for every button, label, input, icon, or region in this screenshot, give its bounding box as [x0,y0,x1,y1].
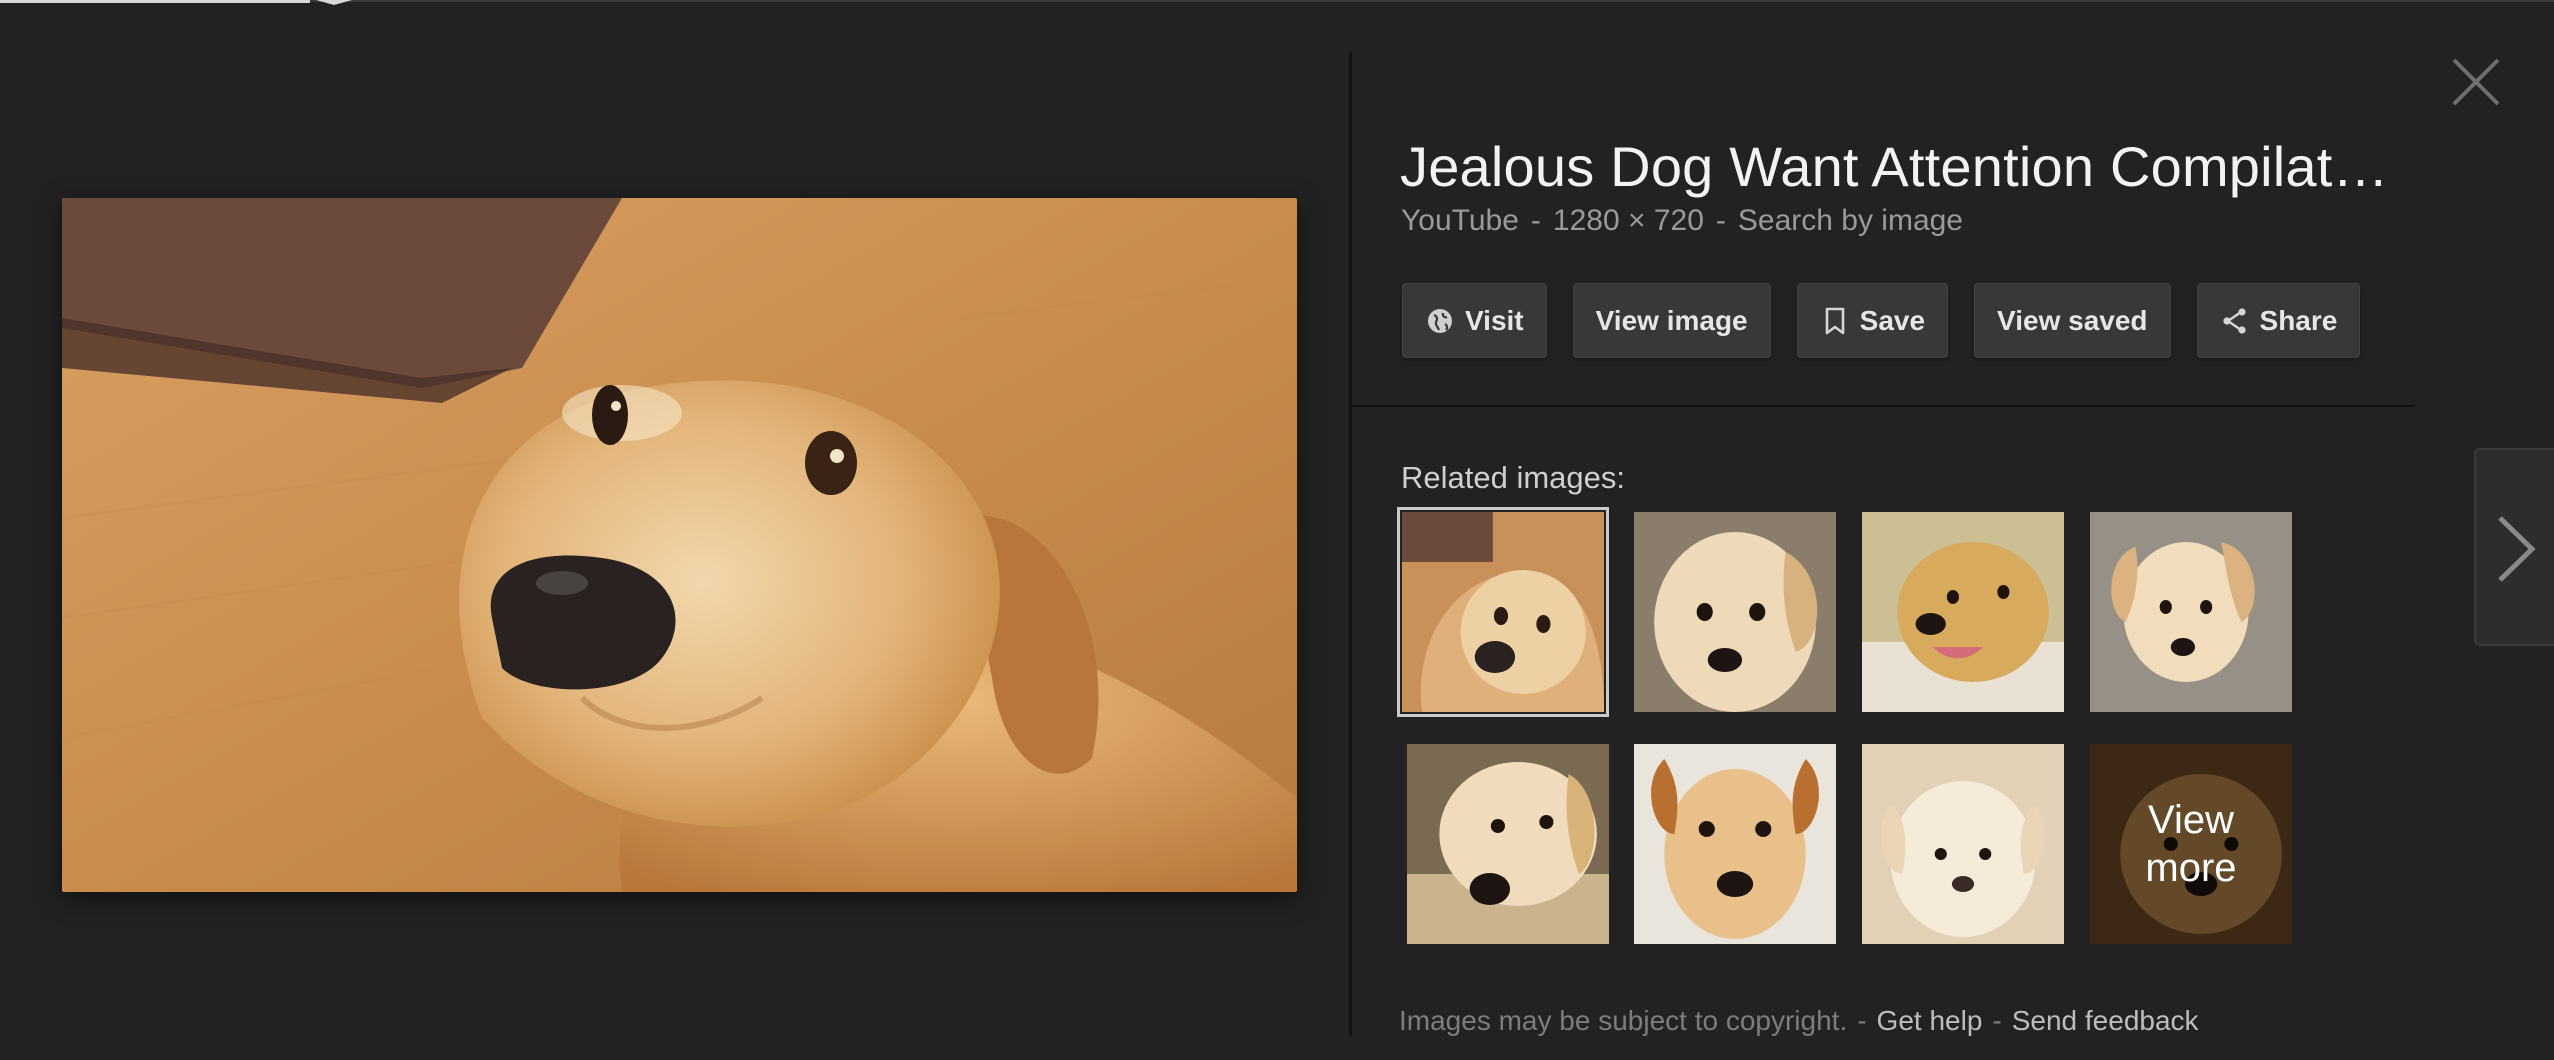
related-image-thumbnail[interactable] [1407,744,1609,944]
chevron-right-icon [2498,516,2536,582]
panel-divider [1349,52,1352,1036]
share-icon [2220,306,2250,336]
image-title[interactable]: Jealous Dog Want Attention Compilat… [1400,134,2400,199]
active-result-indicator [0,0,310,3]
close-icon [2452,58,2500,106]
bookmark-icon [1820,306,1850,336]
visit-button[interactable]: Visit [1402,283,1547,358]
dog-photo [62,198,1297,892]
related-image-thumbnail[interactable] [1634,512,1836,712]
footer-separator: - [1857,1005,1867,1036]
visit-label: Visit [1465,304,1524,336]
globe-icon [1425,306,1455,336]
view-more-thumbnail[interactable]: View more [2090,744,2292,944]
related-image-thumbnail[interactable] [1634,744,1836,944]
related-image-thumbnail[interactable] [1862,744,2064,944]
related-image-thumbnail[interactable] [1397,507,1609,717]
footer: Images may be subject to copyright. - Get … [1399,1005,2199,1037]
action-bar: Visit View image Save View saved Share [1402,283,2361,358]
send-feedback-link[interactable]: Send feedback [2012,1005,2199,1036]
footer-separator: - [1992,1005,2002,1036]
view-more-label: View more [2090,744,2292,944]
main-image[interactable] [62,198,1297,892]
copyright-notice: Images may be subject to copyright. [1399,1005,1848,1036]
image-dimensions: 1280 × 720 [1552,204,1704,237]
view-saved-label: View saved [1997,304,2148,336]
source-link[interactable]: YouTube [1401,204,1519,238]
share-label: Share [2259,304,2338,336]
share-button[interactable]: Share [2196,283,2361,358]
section-divider [1352,405,2415,407]
view-saved-button[interactable]: View saved [1974,283,2171,358]
next-result-button[interactable] [2474,448,2554,646]
related-images-heading: Related images: [1401,460,1626,495]
get-help-link[interactable]: Get help [1877,1005,1983,1036]
related-image-thumbnail[interactable] [1862,512,2064,712]
view-image-button[interactable]: View image [1572,283,1771,358]
related-images-grid: View more [1397,507,2302,948]
search-by-image-link[interactable]: Search by image [1738,204,1963,238]
close-button[interactable] [2448,54,2504,110]
meta-separator: - [1715,204,1726,237]
image-meta: YouTube -1280 × 720- Search by image [1401,204,1963,238]
save-button[interactable]: Save [1796,283,1949,358]
top-border [0,0,2554,2]
save-label: Save [1859,304,1926,336]
view-image-label: View image [1595,304,1748,336]
related-image-thumbnail[interactable] [2090,512,2292,712]
active-result-caret [316,0,352,5]
meta-separator: - [1530,204,1541,237]
